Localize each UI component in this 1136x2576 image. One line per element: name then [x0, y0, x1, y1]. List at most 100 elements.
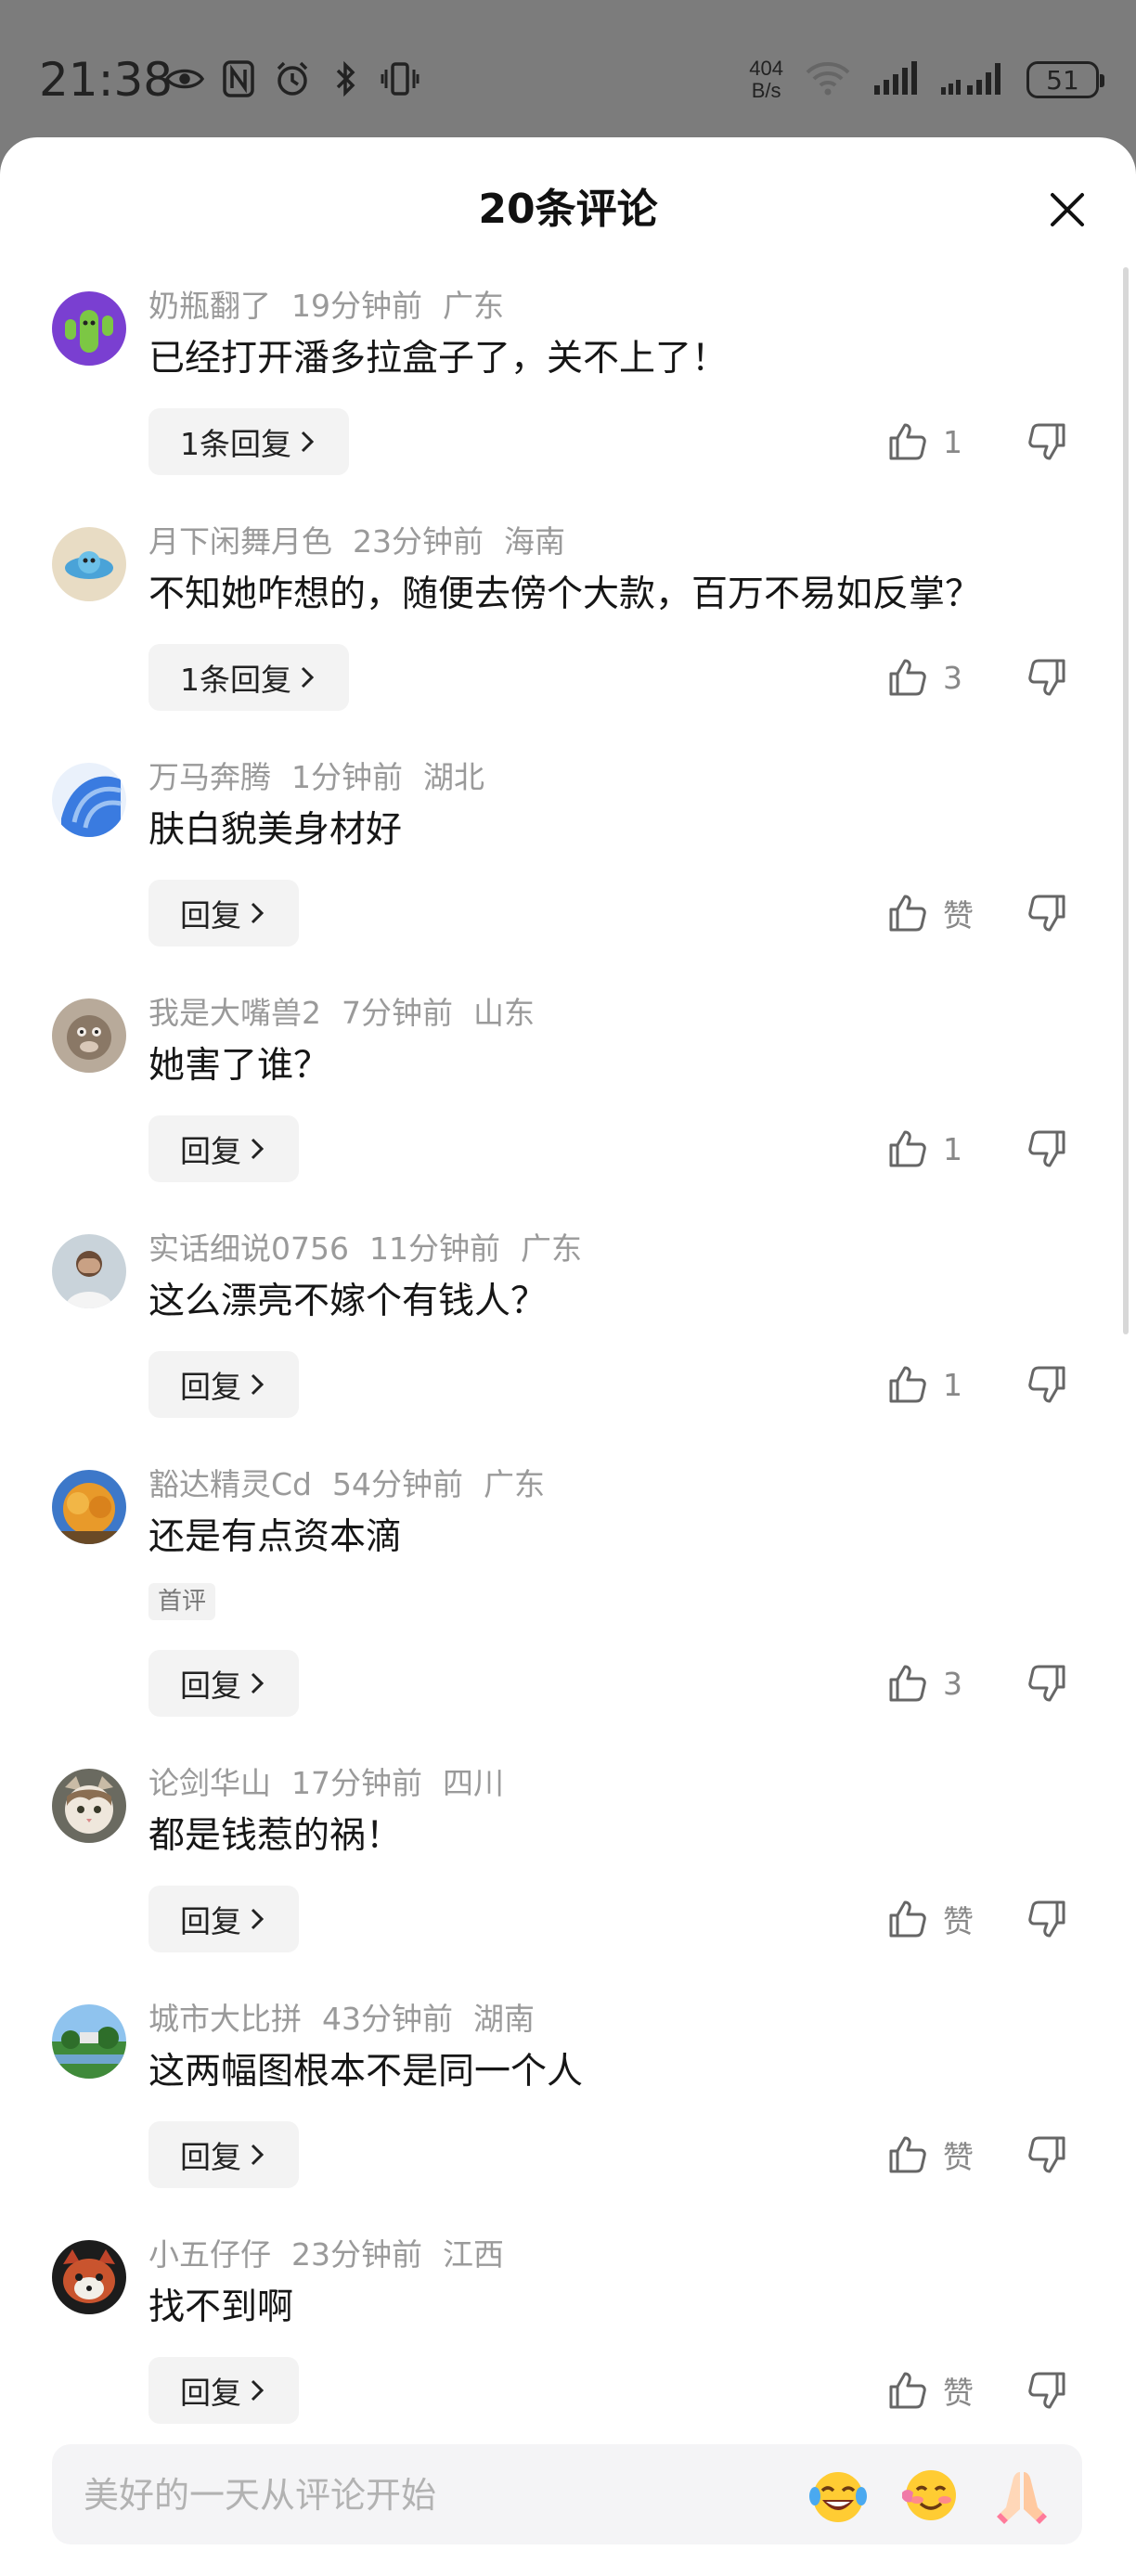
comment-sheet: 20条评论 奶瓶翻了 19分钟前 广东 已经打开潘多拉盒子了，关不上了！ 1条回复 … — [0, 137, 1136, 2576]
reply-button[interactable]: 1条回复 — [148, 644, 349, 711]
like-button[interactable]: 赞 — [887, 2121, 978, 2188]
dislike-button[interactable] — [1013, 2121, 1080, 2188]
comment-input[interactable] — [82, 2444, 791, 2546]
thumbs-down-icon — [1028, 1665, 1065, 1702]
comment-item: 实话细说0756 11分钟前 广东 这么漂亮不嫁个有钱人？ 回复 1 — [0, 1229, 1136, 1464]
avatar[interactable] — [52, 2004, 126, 2079]
comment-text[interactable]: 找不到啊 — [148, 2283, 293, 2333]
comment-region: 广东 — [484, 1466, 545, 1502]
comment-text[interactable]: 肤白貌美身材好 — [148, 805, 402, 856]
like-button[interactable]: 赞 — [887, 2357, 978, 2424]
thumbs-up-icon — [889, 2136, 926, 2173]
like-button[interactable]: 3 — [887, 644, 978, 711]
thumbs-down-icon — [1028, 1130, 1065, 1167]
dislike-button[interactable] — [1013, 1351, 1080, 1418]
comment-username[interactable]: 万马奔腾 — [148, 759, 271, 795]
comment-username[interactable]: 豁达精灵Cd — [148, 1466, 312, 1502]
thumbs-up-icon — [889, 1366, 926, 1403]
reply-button[interactable]: 回复 — [148, 880, 299, 947]
comment-text[interactable]: 这么漂亮不嫁个有钱人？ — [148, 1277, 547, 1327]
dislike-button[interactable] — [1013, 408, 1080, 475]
praying-hands-emoji-icon[interactable] — [989, 2463, 1054, 2528]
reply-button[interactable]: 回复 — [148, 2121, 299, 2188]
comment-text[interactable]: 这两幅图根本不是同一个人 — [148, 2047, 583, 2097]
chevron-right-icon — [247, 1369, 267, 1400]
like-button[interactable]: 3 — [887, 1650, 978, 1717]
like-button[interactable]: 1 — [887, 1115, 978, 1182]
like-count: 赞 — [943, 897, 974, 934]
thumbs-up-icon — [889, 1900, 926, 1938]
comment-text[interactable]: 不知她咋想的，随便去傍个大款，百万不易如反掌？ — [148, 570, 981, 620]
like-count: 赞 — [943, 2139, 974, 2175]
reply-button[interactable]: 回复 — [148, 1650, 299, 1717]
battery-indicator: 51 — [1026, 61, 1104, 98]
avatar[interactable] — [52, 2240, 126, 2314]
comment-time: 23分钟前 — [291, 2236, 422, 2273]
avatar[interactable] — [52, 998, 126, 1073]
comment-item: 小五仔仔 23分钟前 江西 找不到啊 回复 赞 — [0, 2235, 1136, 2470]
chevron-right-icon — [247, 1133, 267, 1165]
avatar[interactable] — [52, 527, 126, 601]
avatar[interactable] — [52, 763, 126, 837]
status-right-icons: 404 B/s 51 — [749, 58, 1104, 102]
avatar[interactable] — [52, 291, 126, 366]
sheet-header: 20条评论 — [0, 137, 1136, 286]
comment-meta: 城市大比拼 43分钟前 湖南 — [148, 1999, 555, 2040]
reply-button[interactable]: 回复 — [148, 1351, 299, 1418]
avatar[interactable] — [52, 1234, 126, 1308]
comment-region: 山东 — [473, 995, 535, 1031]
comment-text[interactable]: 已经打开潘多拉盒子了，关不上了！ — [148, 334, 728, 384]
laughing-crying-emoji-icon[interactable] — [806, 2463, 871, 2528]
comment-meta: 月下闲舞月色 23分钟前 海南 — [148, 522, 586, 562]
comment-meta: 万马奔腾 1分钟前 湖北 — [148, 757, 505, 798]
reply-button[interactable]: 回复 — [148, 1115, 299, 1182]
reply-button[interactable]: 1条回复 — [148, 408, 349, 475]
signal-icon-2 — [939, 59, 1006, 100]
reply-button[interactable]: 回复 — [148, 2357, 299, 2424]
like-count: 1 — [943, 423, 962, 460]
like-count: 赞 — [943, 2375, 974, 2411]
comment-count-title: 20条评论 — [478, 186, 658, 233]
dislike-button[interactable] — [1013, 1886, 1080, 1952]
bluetooth-icon — [327, 58, 366, 100]
dislike-button[interactable] — [1013, 1650, 1080, 1717]
comment-item: 月下闲舞月色 23分钟前 海南 不知她咋想的，随便去傍个大款，百万不易如反掌？ 1条… — [0, 522, 1136, 757]
thumbs-up-icon — [889, 423, 926, 460]
like-button[interactable]: 1 — [887, 1351, 978, 1418]
avatar[interactable] — [52, 1769, 126, 1843]
dislike-button[interactable] — [1013, 880, 1080, 947]
vibrate-icon — [381, 58, 420, 100]
comment-text[interactable]: 她害了谁？ — [148, 1041, 329, 1091]
comment-username[interactable]: 城市大比拼 — [148, 2001, 302, 2037]
close-button[interactable] — [1045, 187, 1090, 232]
comment-item: 论剑华山 17分钟前 四川 都是钱惹的祸！ 回复 赞 — [0, 1763, 1136, 1999]
reply-label: 回复 — [180, 1668, 241, 1704]
comment-username[interactable]: 我是大嘴兽2 — [148, 995, 321, 1031]
comment-username[interactable]: 论剑华山 — [148, 1765, 271, 1801]
comment-username[interactable]: 月下闲舞月色 — [148, 523, 332, 560]
dislike-button[interactable] — [1013, 1115, 1080, 1182]
comment-text[interactable]: 都是钱惹的祸！ — [148, 1811, 402, 1861]
like-button[interactable]: 1 — [887, 408, 978, 475]
reply-button[interactable]: 回复 — [148, 1886, 299, 1952]
comment-username[interactable]: 实话细说0756 — [148, 1230, 349, 1267]
like-button[interactable]: 赞 — [887, 880, 978, 947]
reply-label: 回复 — [180, 1903, 241, 1939]
smiling-emoji-icon[interactable] — [898, 2463, 963, 2528]
wifi-icon — [804, 59, 852, 100]
comment-text[interactable]: 还是有点资本滴 — [148, 1513, 402, 1563]
network-speed: 404 B/s — [749, 58, 783, 102]
dislike-button[interactable] — [1013, 2357, 1080, 2424]
alarm-icon — [273, 58, 312, 100]
comment-time: 43分钟前 — [322, 2001, 453, 2037]
chevron-right-icon — [247, 1668, 267, 1699]
comment-item: 奶瓶翻了 19分钟前 广东 已经打开潘多拉盒子了，关不上了！ 1条回复 1 — [0, 286, 1136, 522]
like-button[interactable]: 赞 — [887, 1886, 978, 1952]
dislike-button[interactable] — [1013, 644, 1080, 711]
comment-username[interactable]: 奶瓶翻了 — [148, 288, 271, 324]
comment-region: 海南 — [504, 523, 565, 560]
like-count: 3 — [943, 659, 962, 696]
avatar[interactable] — [52, 1470, 126, 1544]
comment-username[interactable]: 小五仔仔 — [148, 2236, 271, 2273]
comment-meta: 小五仔仔 23分钟前 江西 — [148, 2235, 524, 2275]
